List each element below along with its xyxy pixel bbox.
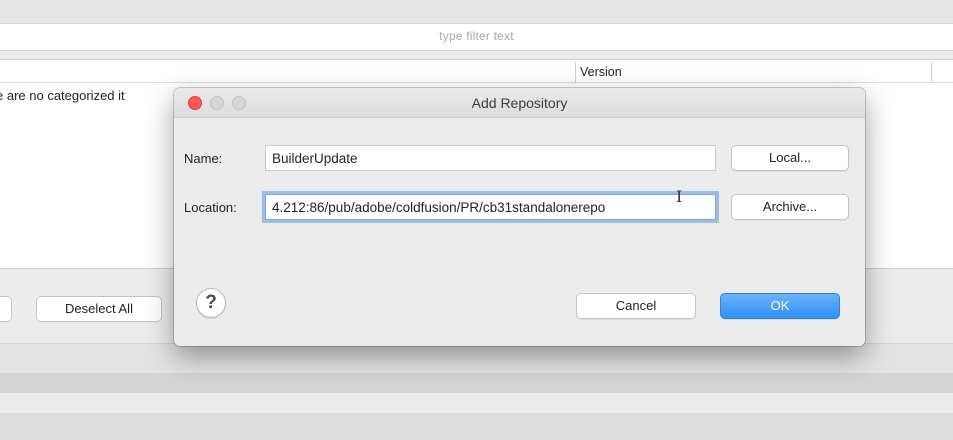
background-panel bbox=[0, 343, 953, 373]
local-button[interactable]: Local... bbox=[731, 145, 849, 171]
select-all-button[interactable] bbox=[0, 296, 12, 322]
background-panel bbox=[0, 413, 953, 440]
column-header-version[interactable]: Version bbox=[580, 65, 622, 79]
archive-button[interactable]: Archive... bbox=[731, 194, 849, 220]
add-repository-dialog: Add Repository Name: Local... Location: … bbox=[174, 88, 865, 346]
name-input[interactable] bbox=[265, 145, 716, 171]
name-label: Name: bbox=[184, 151, 223, 166]
location-label: Location: bbox=[184, 200, 237, 215]
location-input[interactable] bbox=[265, 194, 716, 220]
dialog-titlebar[interactable]: Add Repository bbox=[174, 88, 865, 118]
column-separator[interactable] bbox=[931, 62, 932, 82]
filter-input[interactable]: type filter text bbox=[0, 24, 953, 51]
column-separator[interactable] bbox=[575, 62, 576, 82]
table-empty-message: e are no categorized it bbox=[0, 88, 125, 103]
background-panel bbox=[0, 373, 953, 393]
filter-placeholder: type filter text bbox=[439, 29, 514, 43]
help-icon[interactable]: ? bbox=[196, 288, 226, 318]
background-gap bbox=[0, 51, 953, 59]
table-header: Version bbox=[0, 59, 953, 83]
background-panel bbox=[0, 393, 953, 413]
deselect-all-button[interactable]: Deselect All bbox=[36, 296, 162, 322]
cancel-button[interactable]: Cancel bbox=[576, 293, 696, 319]
dialog-title: Add Repository bbox=[471, 95, 568, 111]
background-toolbar-strip bbox=[0, 0, 953, 24]
ibeam-cursor-icon: I bbox=[676, 187, 683, 206]
ok-button[interactable]: OK bbox=[720, 293, 840, 319]
